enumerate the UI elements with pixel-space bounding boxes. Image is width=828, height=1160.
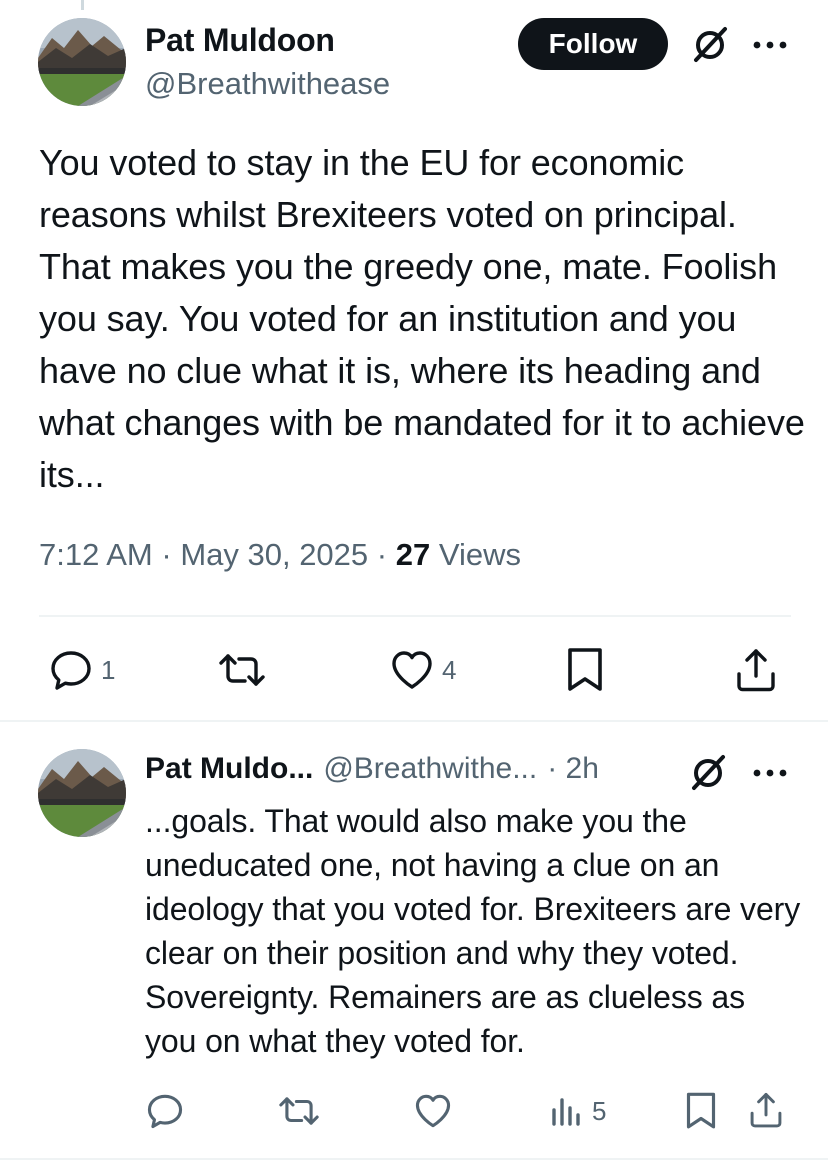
tweet-text: You voted to stay in the EU for economic…	[39, 142, 805, 495]
like-button[interactable]	[414, 1092, 452, 1130]
share-icon	[737, 649, 775, 692]
author-name[interactable]: Pat Muldoon	[145, 22, 335, 59]
reply-button[interactable]: 1	[49, 648, 115, 692]
tweet-time[interactable]: · 2h	[547, 752, 599, 785]
retweet-button[interactable]	[217, 648, 267, 692]
retweet-icon	[279, 1097, 319, 1125]
views-label: Views	[438, 537, 521, 572]
bookmark-icon	[568, 648, 602, 691]
tweet-date[interactable]: May 30, 2025	[180, 537, 368, 572]
reply-count: 1	[101, 654, 116, 685]
share-button[interactable]	[748, 1090, 784, 1130]
bookmark-button[interactable]	[684, 1091, 718, 1131]
main-tweet: Pat Muldoon @Breathwithease Follow You v…	[0, 0, 828, 722]
like-count: 4	[442, 654, 457, 685]
grok-icon[interactable]	[688, 752, 728, 792]
bookmark-icon	[686, 1092, 716, 1129]
tweet-time[interactable]: 7:12 AM	[39, 537, 153, 572]
retweet-button[interactable]	[277, 1092, 321, 1130]
author-name[interactable]: Pat Muldo...	[145, 752, 313, 785]
reply-tweet[interactable]: Pat Muldo... @Breathwithe... · 2h ...goals…	[0, 722, 828, 1160]
avatar[interactable]	[38, 749, 126, 837]
views-count: 5	[592, 1095, 607, 1126]
author-handle[interactable]: @Breathwithe...	[323, 752, 537, 785]
views-count: 27	[395, 537, 431, 572]
avatar[interactable]	[38, 18, 126, 106]
divider	[39, 615, 791, 617]
grok-icon[interactable]	[690, 24, 730, 64]
reply-header: Pat Muldo... @Breathwithe... · 2h	[145, 752, 599, 786]
author-handle[interactable]: @Breathwithease	[145, 66, 390, 102]
tweet-text: ...goals. That would also make you the u…	[145, 803, 801, 1059]
reply-icon	[51, 651, 91, 690]
like-button[interactable]: 4	[390, 648, 456, 692]
more-icon[interactable]	[752, 38, 788, 50]
follow-button[interactable]: Follow	[518, 18, 668, 70]
share-icon	[750, 1092, 782, 1128]
tweet-time-value: 2h	[565, 752, 599, 785]
avatar-image	[38, 749, 126, 837]
avatar-image	[38, 18, 126, 106]
views-icon	[552, 1098, 580, 1126]
reply-button[interactable]	[146, 1092, 184, 1130]
tweet-meta: 7:12 AM · May 30, 2025 · 27 Views	[39, 537, 521, 572]
bookmark-button[interactable]	[565, 646, 605, 694]
reply-icon	[147, 1094, 183, 1129]
share-button[interactable]	[734, 646, 778, 694]
like-icon	[415, 1094, 451, 1128]
more-icon[interactable]	[752, 766, 788, 778]
retweet-icon	[219, 654, 265, 686]
views-button[interactable]: 5	[550, 1094, 606, 1128]
like-icon	[392, 651, 432, 689]
